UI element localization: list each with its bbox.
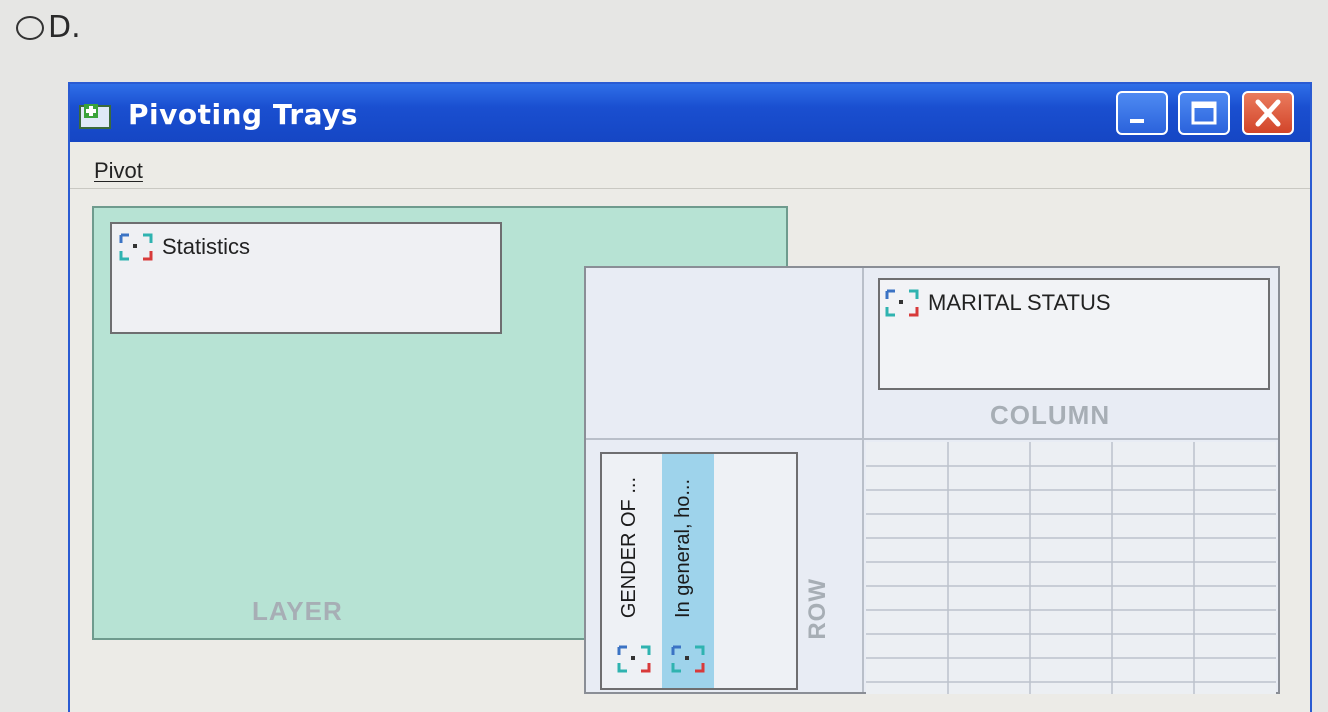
layer-item-box[interactable]: Statistics <box>110 222 502 334</box>
row-item-label: GENDER OF ... <box>618 476 640 618</box>
row-item-in-general[interactable]: In general, ho... <box>662 454 714 688</box>
menu-pivot-label: Pivot <box>94 158 143 183</box>
row-item-box[interactable]: GENDER OF ... In general, ho... <box>600 452 798 690</box>
minimize-icon <box>1130 119 1144 123</box>
horizontal-divider <box>586 438 1278 440</box>
option-d[interactable]: D. <box>16 10 81 45</box>
close-button[interactable] <box>1242 91 1294 135</box>
layer-item-label: Statistics <box>162 234 251 259</box>
row-item-gender[interactable]: GENDER OF ... <box>608 454 660 688</box>
row-item-label: In general, ho... <box>672 479 694 618</box>
pivot-dimension-icon <box>119 233 153 261</box>
menu-pivot[interactable]: Pivot <box>94 158 143 184</box>
layer-tray-label: LAYER <box>252 596 343 626</box>
menu-bar: Pivot <box>70 142 1310 189</box>
data-grid-preview <box>866 442 1276 694</box>
vertical-divider <box>862 268 864 692</box>
layer-item-statistics[interactable]: Statistics <box>118 232 250 262</box>
pivot-dimension-icon <box>885 289 919 317</box>
radio-button[interactable] <box>16 15 44 40</box>
maximize-button[interactable] <box>1178 91 1230 135</box>
minimize-button[interactable] <box>1116 91 1168 135</box>
column-tray-label: COLUMN <box>990 400 1111 430</box>
title-bar[interactable]: Pivoting Trays <box>70 84 1310 142</box>
column-item-marital-status[interactable]: MARITAL STATUS <box>884 288 1111 318</box>
option-label: D. <box>48 10 81 45</box>
close-icon <box>1255 99 1281 127</box>
window-title: Pivoting Trays <box>128 98 359 131</box>
pivot-panel: MARITAL STATUS COLUMN GENDER OF ... In g… <box>584 266 1280 694</box>
row-tray-label: ROW <box>804 578 831 640</box>
column-item-label: MARITAL STATUS <box>928 290 1111 315</box>
pivoting-trays-window: Pivoting Trays Pivot Statistics LAYER MA… <box>68 82 1312 712</box>
column-item-box[interactable]: MARITAL STATUS <box>878 278 1270 390</box>
grid-lines <box>866 442 1276 694</box>
app-icon <box>79 104 111 129</box>
maximize-icon <box>1191 101 1217 125</box>
pivot-dimension-icon <box>617 645 651 673</box>
pivot-dimension-icon <box>671 645 705 673</box>
